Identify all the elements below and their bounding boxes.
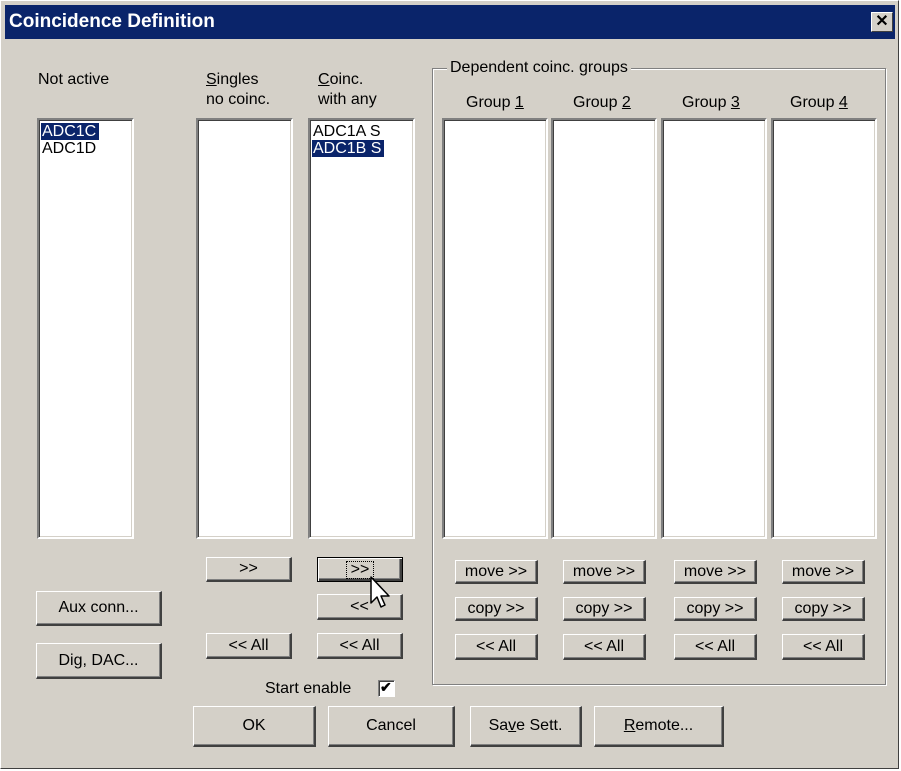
group-1-move-button[interactable]: move >> — [455, 560, 538, 584]
coinc-any-header-line1: Coinc. — [318, 71, 364, 88]
list-item[interactable]: ADC1B S — [312, 140, 385, 157]
checkmark-icon: ✔ — [380, 679, 392, 695]
group-4-all-back-button[interactable]: << All — [782, 634, 865, 660]
coinc-all-back-button[interactable]: << All — [317, 633, 403, 659]
group-4-copy-button[interactable]: copy >> — [782, 597, 865, 621]
group-2-all-back-button[interactable]: << All — [563, 634, 646, 660]
singles-list[interactable] — [196, 118, 293, 539]
save-settings-button[interactable]: Sa v e Sett. — [470, 706, 582, 747]
singles-header-line2: no coinc. — [206, 91, 271, 108]
dependent-groups-title: Dependent coinc. groups — [447, 58, 631, 78]
singles-all-back-button[interactable]: << All — [206, 633, 292, 659]
cancel-button[interactable]: Cancel — [328, 706, 455, 747]
aux-conn-button[interactable]: Aux conn... — [36, 591, 162, 626]
start-enable-label: Start enable — [265, 680, 352, 697]
group-2-move-button[interactable]: move >> — [563, 560, 646, 584]
group-1-all-back-button[interactable]: << All — [455, 634, 538, 660]
group-1-list[interactable] — [442, 118, 548, 539]
title-bar: Coincidence Definition ✕ — [5, 5, 895, 39]
group-3-move-button[interactable]: move >> — [674, 560, 757, 584]
list-item[interactable]: ADC1D — [41, 140, 99, 157]
close-icon: ✕ — [875, 13, 889, 30]
group-2-list[interactable] — [551, 118, 657, 539]
coinc-any-list[interactable]: ADC1A S ADC1B S — [308, 118, 415, 539]
arrow-pointer-icon — [370, 576, 390, 608]
list-item[interactable]: ADC1A S — [312, 123, 384, 140]
coinc-any-header-line2: with any — [318, 91, 377, 108]
group-4-header: Group 4 — [790, 94, 848, 111]
singles-move-right-button[interactable]: >> — [206, 557, 292, 582]
ok-button[interactable]: OK — [193, 706, 316, 747]
group-4-list[interactable] — [771, 118, 877, 539]
group-4-move-button[interactable]: move >> — [782, 560, 865, 584]
group-2-copy-button[interactable]: copy >> — [563, 597, 646, 621]
group-2-header: Group 2 — [573, 94, 631, 111]
remote-button[interactable]: Remote... — [594, 706, 724, 747]
singles-header-line1: Singles — [206, 71, 259, 88]
group-3-all-back-button[interactable]: << All — [674, 634, 757, 660]
not-active-header: Not active — [38, 71, 110, 88]
start-enable-checkbox[interactable]: ✔ — [378, 679, 395, 697]
group-3-copy-button[interactable]: copy >> — [674, 597, 757, 621]
coincidence-definition-dialog: Coincidence Definition ✕ Not active ADC1… — [0, 0, 899, 769]
group-3-list[interactable] — [661, 118, 767, 539]
close-button[interactable]: ✕ — [871, 12, 893, 32]
group-1-copy-button[interactable]: copy >> — [455, 597, 538, 621]
window-title: Coincidence Definition — [9, 11, 215, 32]
not-active-list[interactable]: ADC1C ADC1D — [37, 118, 134, 539]
list-item[interactable]: ADC1C — [41, 123, 100, 140]
group-3-header: Group 3 — [682, 94, 740, 111]
dig-dac-button[interactable]: Dig, DAC... — [36, 643, 162, 679]
group-1-header: Group 1 — [466, 94, 524, 111]
